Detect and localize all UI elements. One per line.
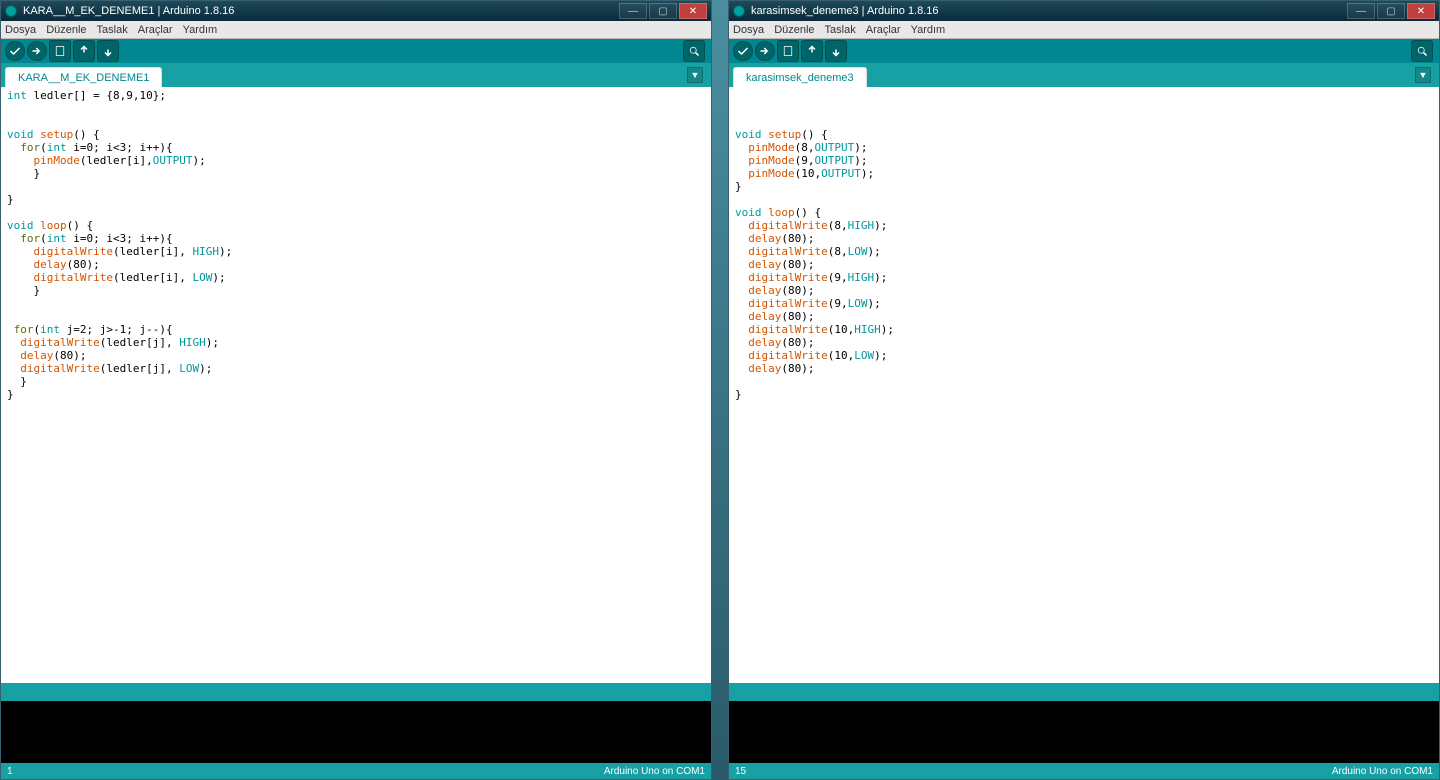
upload-button[interactable] [27, 41, 47, 61]
statusbar: 1 Arduino Uno on COM1 [1, 763, 711, 779]
menu-dosya[interactable]: Dosya [733, 24, 764, 36]
open-button[interactable] [801, 40, 823, 62]
message-bar [729, 687, 1439, 701]
arduino-logo-icon [733, 5, 745, 17]
arduino-logo-icon [5, 5, 17, 17]
serial-monitor-button[interactable] [1411, 40, 1433, 62]
menu-dosya[interactable]: Dosya [5, 24, 36, 36]
status-board: Arduino Uno on COM1 [604, 766, 705, 777]
menu-duzenle[interactable]: Düzenle [46, 24, 86, 36]
menubar: Dosya Düzenle Taslak Araçlar Yardım [729, 21, 1439, 39]
verify-button[interactable] [733, 41, 753, 61]
console[interactable] [1, 701, 711, 763]
window-title: KARA__M_EK_DENEME1 | Arduino 1.8.16 [23, 5, 617, 17]
statusbar: 15 Arduino Uno on COM1 [729, 763, 1439, 779]
titlebar[interactable]: karasimsek_deneme3 | Arduino 1.8.16 — ▢ … [729, 1, 1439, 21]
verify-button[interactable] [5, 41, 25, 61]
code-editor[interactable]: int ledler[] = {8,9,10}; void setup() { … [1, 87, 711, 687]
menu-taslak[interactable]: Taslak [825, 24, 856, 36]
maximize-button[interactable]: ▢ [649, 3, 677, 19]
window-buttons: — ▢ ✕ [1345, 3, 1435, 19]
menu-duzenle[interactable]: Düzenle [774, 24, 814, 36]
message-bar [1, 687, 711, 701]
status-board: Arduino Uno on COM1 [1332, 766, 1433, 777]
menu-araclar[interactable]: Araçlar [138, 24, 173, 36]
close-button[interactable]: ✕ [1407, 3, 1435, 19]
serial-monitor-button[interactable] [683, 40, 705, 62]
tabbar: KARA__M_EK_DENEME1 ▼ [1, 63, 711, 87]
toolbar [729, 39, 1439, 63]
menu-yardim[interactable]: Yardım [183, 24, 218, 36]
menu-araclar[interactable]: Araçlar [866, 24, 901, 36]
tab-dropdown-icon[interactable]: ▼ [687, 67, 703, 83]
new-button[interactable] [49, 40, 71, 62]
open-button[interactable] [73, 40, 95, 62]
sketch-tab[interactable]: karasimsek_deneme3 [733, 67, 867, 87]
close-button[interactable]: ✕ [679, 3, 707, 19]
new-button[interactable] [777, 40, 799, 62]
status-line: 15 [735, 766, 746, 777]
menubar: Dosya Düzenle Taslak Araçlar Yardım [1, 21, 711, 39]
minimize-button[interactable]: — [619, 3, 647, 19]
console[interactable] [729, 701, 1439, 763]
maximize-button[interactable]: ▢ [1377, 3, 1405, 19]
window-buttons: — ▢ ✕ [617, 3, 707, 19]
toolbar [1, 39, 711, 63]
menu-taslak[interactable]: Taslak [97, 24, 128, 36]
arduino-window-2: karasimsek_deneme3 | Arduino 1.8.16 — ▢ … [728, 0, 1440, 780]
menu-yardim[interactable]: Yardım [911, 24, 946, 36]
desktop-gap [712, 0, 728, 780]
minimize-button[interactable]: — [1347, 3, 1375, 19]
save-button[interactable] [97, 40, 119, 62]
upload-button[interactable] [755, 41, 775, 61]
titlebar[interactable]: KARA__M_EK_DENEME1 | Arduino 1.8.16 — ▢ … [1, 1, 711, 21]
code-editor[interactable]: void setup() { pinMode(8,OUTPUT); pinMod… [729, 87, 1439, 687]
sketch-tab[interactable]: KARA__M_EK_DENEME1 [5, 67, 162, 87]
arduino-window-1: KARA__M_EK_DENEME1 | Arduino 1.8.16 — ▢ … [0, 0, 712, 780]
tab-dropdown-icon[interactable]: ▼ [1415, 67, 1431, 83]
save-button[interactable] [825, 40, 847, 62]
window-title: karasimsek_deneme3 | Arduino 1.8.16 [751, 5, 1345, 17]
tabbar: karasimsek_deneme3 ▼ [729, 63, 1439, 87]
status-line: 1 [7, 766, 13, 777]
